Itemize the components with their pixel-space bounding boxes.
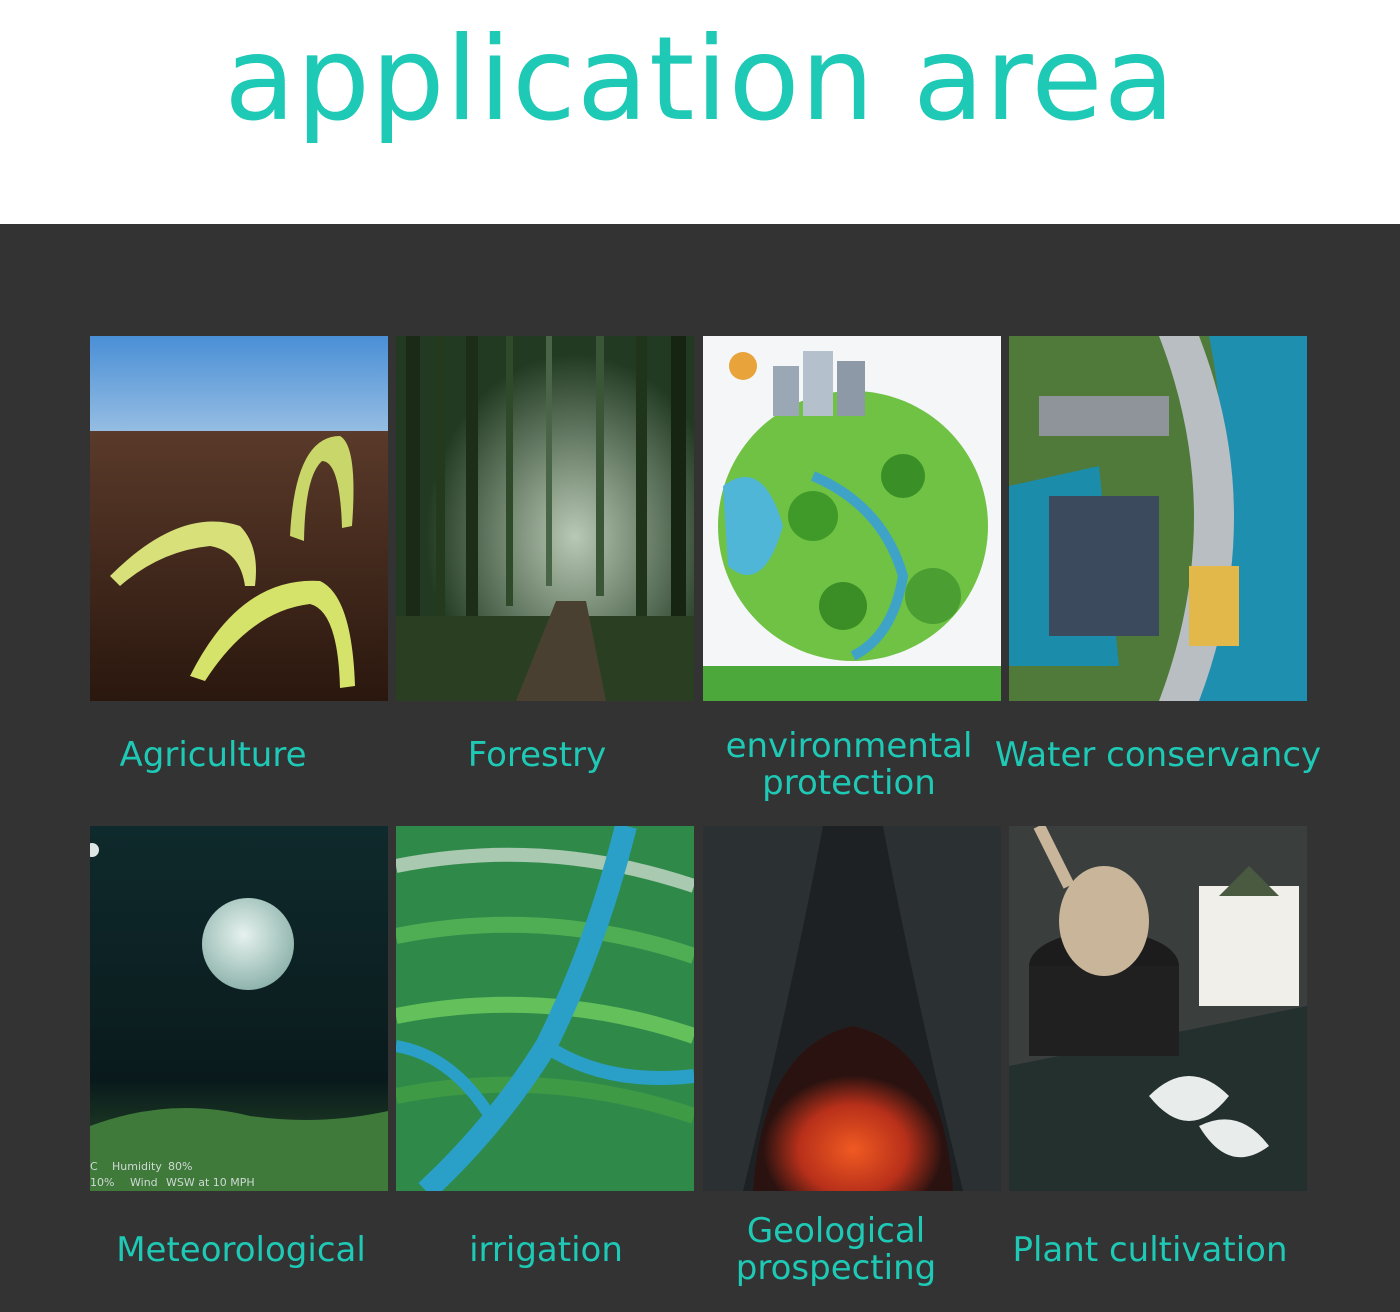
caption-irrigation: irrigation — [396, 1232, 696, 1269]
caption-meteorological: Meteorological — [90, 1232, 392, 1269]
caption-line: Agriculture — [119, 735, 307, 775]
caption-water-conservancy: Water conservancy — [990, 737, 1326, 774]
caption-line: Forestry — [467, 735, 607, 775]
caption-line: Meteorological — [116, 1230, 366, 1270]
header-area: application area — [0, 0, 1400, 224]
page-title: application area — [224, 12, 1176, 147]
caption-line: irrigation — [469, 1230, 623, 1270]
forest-photo-icon — [396, 336, 694, 701]
caption-agriculture: Agriculture — [90, 737, 336, 774]
green-globe-illustration-icon — [703, 336, 1001, 701]
caption-line: protection — [762, 763, 936, 803]
hydropower-dam-photo-icon — [1009, 336, 1307, 701]
humidity-value: 80% — [168, 1160, 193, 1173]
caption-geological-prospecting: Geological prospecting — [703, 1213, 969, 1287]
overlay-glyph: C — [90, 1160, 98, 1173]
humidity-label: Humidity — [112, 1160, 162, 1173]
caption-line: Geological — [746, 1211, 926, 1251]
wind-value: WSW at 10 MPH — [166, 1176, 255, 1189]
caption-forestry: Forestry — [396, 737, 678, 774]
caption-plant-cultivation: Plant cultivation — [1005, 1232, 1295, 1269]
wind-label: Wind — [130, 1176, 158, 1189]
caption-line: prospecting — [735, 1248, 937, 1288]
moon-night-weather-photo-icon: C Humidity 80% 10% Wind WSW at 10 MPH — [90, 826, 388, 1191]
caption-line: Plant cultivation — [1012, 1230, 1288, 1270]
caption-environmental-protection: environmental protection — [703, 728, 995, 802]
left-value: 10% — [90, 1176, 115, 1189]
lava-cave-photo-icon — [703, 826, 1001, 1191]
potted-plants-photo-icon — [1009, 826, 1307, 1191]
caption-line: environmental — [725, 726, 973, 766]
caption-line: Water conservancy — [994, 735, 1322, 775]
seedling-photo-icon — [90, 336, 388, 701]
river-fields-illustration-icon — [396, 826, 694, 1191]
